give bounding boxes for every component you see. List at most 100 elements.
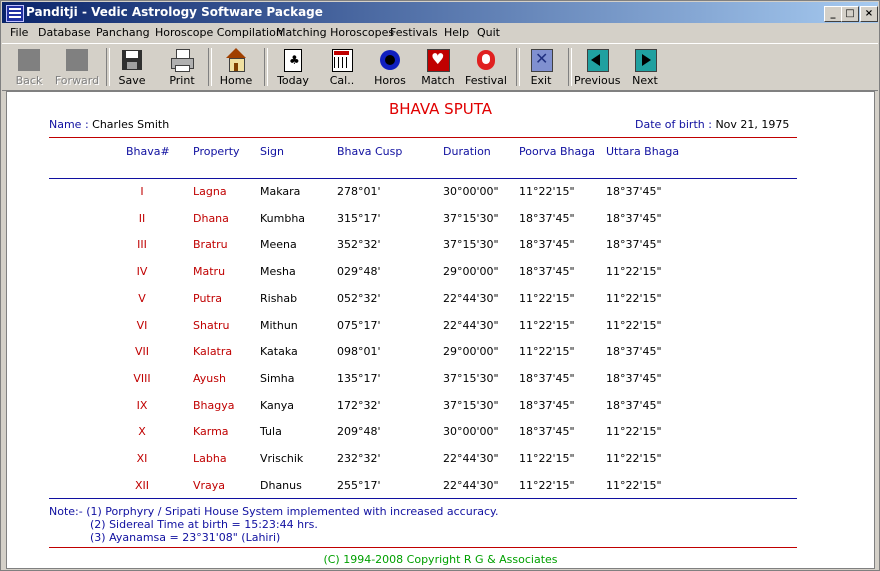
header-property: Property — [193, 145, 240, 158]
cell-duration: 37°15'30" — [443, 371, 499, 385]
app-icon[interactable] — [6, 5, 24, 22]
cell-property: Lagna — [193, 185, 227, 198]
cell-sign: Mithun — [260, 318, 298, 332]
cell-property: Bhagya — [193, 398, 235, 412]
header-sign: Sign — [260, 145, 284, 158]
cell-bhava-cusp: 278°01' — [337, 185, 381, 198]
cell-property: Labha — [193, 452, 227, 465]
horos-button[interactable]: Horos — [372, 46, 408, 88]
report-panel: BHAVA SPUTA Name : Charles Smith Date of… — [6, 91, 875, 569]
home-button[interactable]: Home — [218, 46, 254, 88]
copyright-text: (C) 1994-2008 Copyright R G & Associates — [323, 553, 558, 566]
heart-icon: ♥ — [426, 48, 450, 72]
cell-duration: 37°15'30" — [443, 238, 499, 252]
cell-uttara-bhaga: 18°37'45" — [606, 371, 662, 385]
save-button[interactable]: Save — [114, 46, 150, 88]
cell-property: Kalatra — [193, 345, 233, 359]
cell-sign: Kumbha — [260, 211, 306, 225]
cell-duration: 22°44'30" — [443, 318, 499, 332]
cell-bhava-cusp: 315°17' — [337, 211, 381, 225]
toolbar-separator — [516, 48, 520, 86]
print-button[interactable]: Print — [164, 46, 200, 88]
menu-matching-horoscopes[interactable]: Matching Horoscopes — [276, 26, 394, 39]
cell-property: Shatru — [193, 318, 230, 332]
cell-poorva-bhaga: 11°22'15" — [519, 291, 575, 305]
cell-property: Matru — [193, 265, 226, 279]
cell-duration: 29°00'00" — [443, 345, 499, 359]
menu-horoscope-compilation[interactable]: Horoscope Compilation — [155, 26, 283, 39]
back-icon — [17, 48, 41, 72]
cell-bhava-number: III — [137, 238, 147, 252]
cell-uttara-bhaga: 18°37'45" — [606, 345, 662, 359]
cell-uttara-bhaga: 18°37'45" — [606, 211, 662, 225]
cell-sign: Meena — [260, 238, 297, 252]
cell-uttara-bhaga: 11°22'15" — [606, 478, 662, 492]
menu-festivals[interactable]: Festivals — [390, 26, 438, 39]
cell-bhava-number: IV — [136, 265, 148, 279]
cell-property: Vraya — [193, 478, 226, 492]
cell-bhava-number: IX — [136, 398, 148, 412]
festival-button[interactable]: Festival — [464, 46, 508, 88]
previous-button[interactable]: Previous — [574, 46, 621, 88]
menu-database[interactable]: Database — [38, 26, 91, 39]
cell-bhava-cusp: 352°32' — [337, 238, 381, 252]
card-icon: ♣ — [281, 48, 305, 72]
cell-bhava-number: V — [138, 291, 146, 305]
toolbar: Back Forward Save Print Home ♣ Today Cal… — [2, 43, 878, 91]
cell-duration: 22°44'30" — [443, 291, 499, 305]
menu-bar: File Database Panchang Horoscope Compila… — [2, 24, 878, 42]
exit-button[interactable]: ✕ Exit — [524, 46, 558, 88]
cell-duration: 22°44'30" — [443, 452, 499, 465]
note-line-3: (3) Ayanamsa = 23°31'08" (Lahiri) — [90, 531, 281, 544]
cell-bhava-cusp: 029°48' — [337, 265, 381, 279]
cell-poorva-bhaga: 11°22'15" — [519, 345, 575, 359]
today-button[interactable]: ♣ Today — [274, 46, 312, 88]
cell-bhava-number: VI — [136, 318, 148, 332]
calendar-button[interactable]: Cal.. — [324, 46, 360, 88]
cell-property: Ayush — [193, 371, 226, 385]
cell-uttara-bhaga: 11°22'15" — [606, 291, 662, 305]
cell-sign: Tula — [260, 425, 282, 439]
next-button[interactable]: Next — [628, 46, 662, 88]
title-bar[interactable]: Panditji - Vedic Astrology Software Pack… — [2, 2, 878, 23]
forward-button[interactable]: Forward — [54, 46, 100, 88]
header-bhava-cusp: Bhava Cusp — [337, 145, 403, 158]
cell-uttara-bhaga: 18°37'45" — [606, 185, 662, 198]
cell-bhava-cusp: 098°01' — [337, 345, 381, 359]
horoscope-icon — [378, 48, 402, 72]
cell-bhava-number: I — [140, 185, 144, 198]
window-title: Panditji - Vedic Astrology Software Pack… — [26, 5, 323, 19]
cell-bhava-cusp: 255°17' — [337, 478, 381, 492]
cell-duration: 37°15'30" — [443, 398, 499, 412]
note-line-1: Note:- (1) Porphyry / Sripati House Syst… — [49, 505, 499, 518]
match-button[interactable]: ♥ Match — [420, 46, 456, 88]
arrow-right-icon — [633, 48, 657, 72]
maximize-button[interactable]: □ — [841, 6, 859, 22]
menu-panchang[interactable]: Panchang — [96, 26, 150, 39]
cell-sign: Mesha — [260, 265, 296, 279]
menu-file[interactable]: File — [10, 26, 28, 39]
close-button[interactable]: × — [860, 6, 878, 22]
cell-sign: Kanya — [260, 398, 294, 412]
cell-property: Bratru — [193, 238, 228, 252]
toolbar-separator — [568, 48, 572, 86]
cell-duration: 30°00'00" — [443, 185, 499, 198]
menu-quit[interactable]: Quit — [477, 26, 500, 39]
minimize-button[interactable]: _ — [824, 6, 842, 22]
toolbar-separator — [264, 48, 268, 86]
cell-sign: Makara — [260, 185, 301, 198]
cell-poorva-bhaga: 18°37'45" — [519, 265, 575, 279]
header-bhava: Bhava# — [126, 145, 170, 158]
menu-help[interactable]: Help — [444, 26, 469, 39]
cell-sign: Simha — [260, 371, 295, 385]
cell-uttara-bhaga: 11°22'15" — [606, 425, 662, 439]
cell-uttara-bhaga: 18°37'45" — [606, 238, 662, 252]
printer-icon — [170, 48, 194, 72]
cell-bhava-cusp: 135°17' — [337, 371, 381, 385]
cell-property: Putra — [193, 291, 222, 305]
divider — [49, 137, 797, 138]
forward-icon — [65, 48, 89, 72]
cell-poorva-bhaga: 18°37'45" — [519, 211, 575, 225]
header-poorva-bhaga: Poorva Bhaga — [519, 145, 595, 158]
back-button[interactable]: Back — [12, 46, 46, 88]
